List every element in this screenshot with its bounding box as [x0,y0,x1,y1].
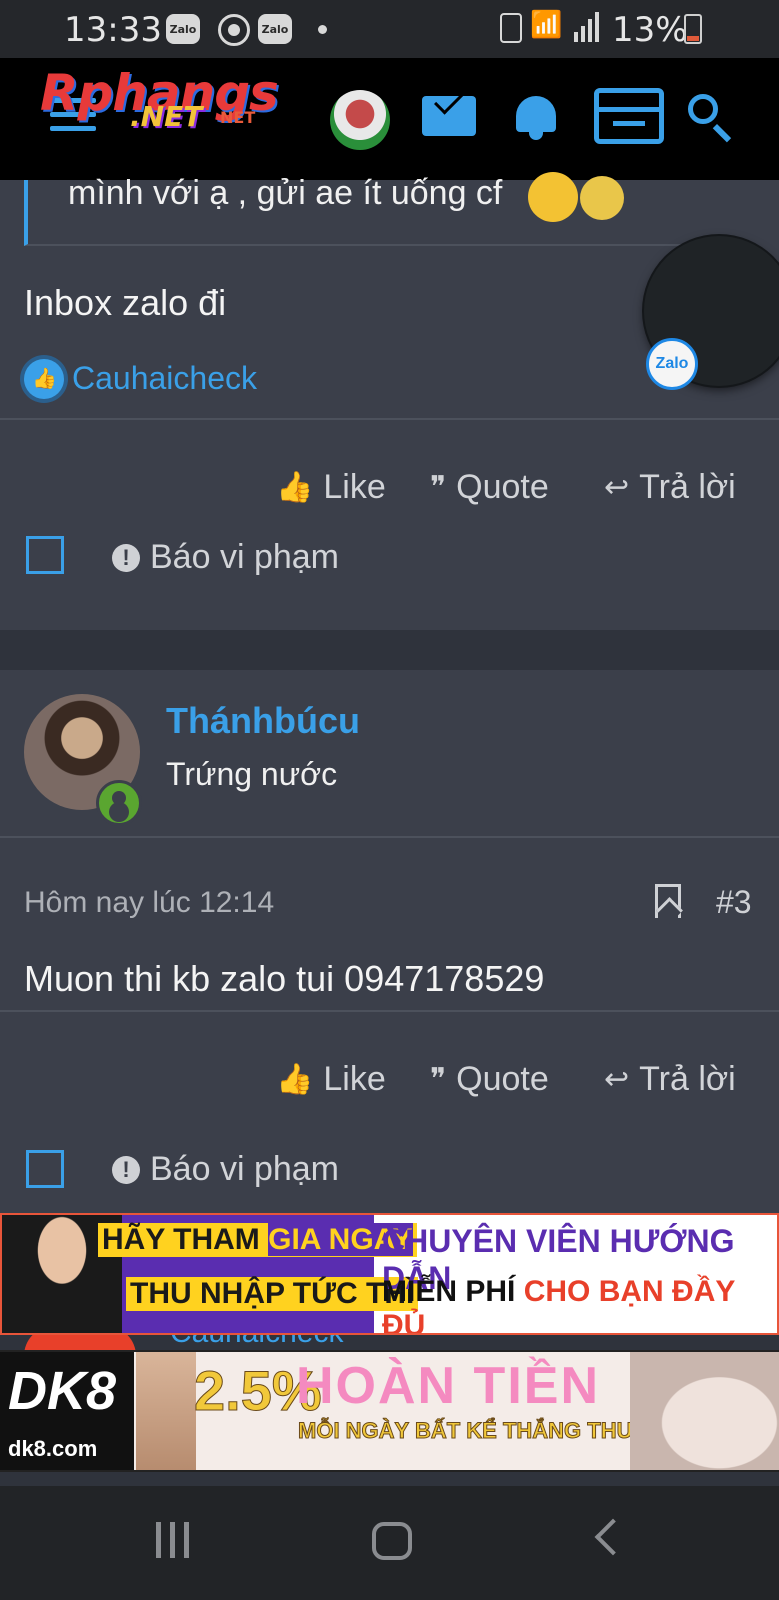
ad-model-image [136,1352,196,1470]
battery-icon [684,14,702,44]
quote-icon: ❞ [430,1063,447,1096]
reply-button[interactable]: ↩ Trả lời [604,468,736,507]
home-icon[interactable] [372,1522,412,1560]
liked-by-link[interactable]: Cauhaicheck [72,360,257,397]
username-link[interactable]: Thánhbúcu [166,700,360,742]
store-icon[interactable] [594,88,664,144]
battery-percent: 13% [612,10,688,50]
like-label: Like [323,468,386,506]
like-button[interactable]: 👍 Like [276,1060,386,1099]
reply-label: Trả lời [639,468,736,506]
ad-image [630,1352,779,1470]
bookmark-icon[interactable] [655,884,681,918]
report-label: Báo vi phạm [150,1150,339,1188]
reply-icon: ↩ [604,1063,630,1096]
post-separator [0,630,779,670]
report-button[interactable]: ! Báo vi phạm [112,1150,339,1189]
clock: 13:33 [64,10,162,50]
quote-icon: ❞ [430,471,447,504]
signal-icon [574,12,600,42]
mail-icon[interactable] [422,96,476,136]
grin-emoji-icon [580,176,624,220]
ad-text: MỖI NGÀY BẤT KỂ THẮNG THUA [297,1418,649,1444]
battery-saver-icon [500,13,522,43]
post-timestamp[interactable]: Hôm nay lúc 12:14 [24,886,274,920]
more-notifications-dot [318,25,327,34]
reply-button[interactable]: ↩ Trả lời [604,1060,736,1099]
quote-button[interactable]: ❞ Quote [430,1060,549,1099]
ad-banner[interactable]: HÃY THAM GIA NGAY THU NHẬP TỨC THÌ CHUYÊ… [0,1213,779,1335]
select-checkbox[interactable] [26,536,64,574]
reply-label: Trả lời [639,1060,736,1098]
report-button[interactable]: ! Báo vi phạm [112,538,339,577]
logo-domain: .NET [130,100,203,133]
divider [0,1010,779,1012]
account-avatar[interactable] [330,90,390,150]
post-message: Inbox zalo đi [24,282,227,323]
like-button[interactable]: 👍 Like [276,468,386,507]
divider [0,836,779,838]
ad-text: HÃY THAM GIA NGAY [98,1223,417,1257]
zalo-icon[interactable]: Zalo [646,338,698,390]
reply-icon: ↩ [604,471,630,504]
like-label: Like [323,1060,386,1098]
recent-apps-icon[interactable] [156,1522,196,1558]
zalo-notification-icon: Zalo [166,14,200,44]
online-status-icon [96,780,142,826]
site-logo[interactable]: Rphangs .NET NET [40,64,280,144]
alert-icon: ! [112,543,140,572]
alert-icon: ! [112,1155,140,1184]
ad-text: MIỄN PHÍ CHO BẠN ĐẦY ĐỦ [382,1275,735,1335]
zalo-notification-icon: Zalo [258,14,292,44]
thumbs-up-icon: 👍 [276,1063,314,1096]
bell-icon[interactable] [512,88,560,140]
post-number[interactable]: #3 [716,884,752,921]
quote-button[interactable]: ❞ Quote [430,468,549,507]
sync-icon [218,14,250,46]
search-icon[interactable] [688,94,718,124]
wifi-icon: 📶 [530,10,563,40]
ad-banner[interactable]: DK8 dk8.com 2.5% HOÀN TIỀN MỖI NGÀY BẤT … [0,1350,779,1472]
ad-brand-logo: DK8 dk8.com [0,1352,134,1470]
quote-label: Quote [456,1060,549,1098]
post-message: Muon thi kb zalo tui 0947178529 [24,958,545,999]
thumbs-up-icon: 👍 [276,471,314,504]
status-bar: 13:33 Zalo Zalo 📶 13% [0,0,779,58]
divider [0,418,779,420]
quote-label: Quote [456,468,549,506]
logo-domain-small: NET [220,108,256,127]
user-title: Trứng nước [166,756,338,792]
ad-text: HOÀN TIỀN [296,1357,600,1415]
select-checkbox[interactable] [26,1150,64,1188]
quote-text: mình với ạ , gửi ae ít uống cf [68,174,503,212]
smile-emoji-icon [528,172,578,222]
thumbs-up-icon [24,359,64,399]
report-label: Báo vi phạm [150,538,339,576]
ad-text: THU NHẬP TỨC THÌ [126,1277,419,1311]
